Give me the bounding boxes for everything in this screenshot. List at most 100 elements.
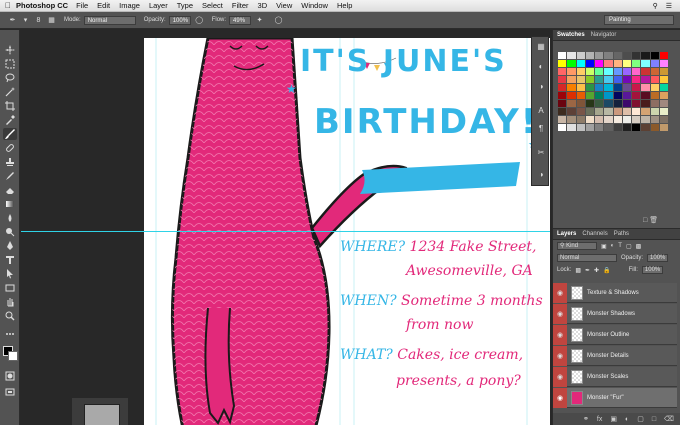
color-swatch[interactable] [659, 92, 668, 99]
color-swatch[interactable] [558, 84, 567, 91]
color-panel-icon[interactable]: ◐ [535, 61, 547, 73]
color-swatch[interactable] [576, 52, 585, 59]
color-swatch[interactable] [641, 60, 650, 67]
color-swatch[interactable] [641, 100, 650, 107]
color-swatch[interactable] [576, 108, 585, 115]
trash-icon[interactable]: ⌫ [664, 415, 674, 423]
tab-navigator[interactable]: Navigator [591, 32, 617, 38]
background-color-swatch[interactable] [8, 351, 18, 361]
color-swatch[interactable] [622, 60, 631, 67]
color-swatch[interactable] [650, 84, 659, 91]
move-tool-icon[interactable] [3, 44, 17, 56]
eye-icon[interactable]: ◉ [553, 324, 567, 345]
color-swatch[interactable] [641, 116, 650, 123]
filter-shape-icon[interactable]: ▢ [626, 243, 632, 250]
brush-size[interactable]: 8 [34, 16, 43, 25]
character-panel-icon[interactable]: A [535, 105, 547, 117]
color-swatch[interactable] [558, 116, 567, 123]
layer-row[interactable]: ◉ Texture & Shadows [553, 282, 677, 303]
layer-row-selected[interactable]: ◉ Monster "Fur" [553, 387, 677, 408]
color-swatch[interactable] [632, 60, 641, 67]
chevron-down-icon[interactable]: ▾ [21, 16, 30, 25]
quick-mask-icon[interactable] [3, 370, 17, 382]
apple-icon[interactable]:  [0, 1, 16, 10]
menu-edit[interactable]: Edit [97, 1, 110, 10]
flow-field[interactable]: 49% [229, 15, 252, 25]
filter-pixel-icon[interactable]: ▣ [601, 243, 607, 250]
list-icon[interactable]: ☰ [666, 2, 672, 10]
color-swatch[interactable] [604, 92, 613, 99]
color-swatch[interactable] [595, 100, 604, 107]
lock-transparency-icon[interactable]: ▩ [575, 267, 581, 274]
eye-icon[interactable]: ◉ [553, 345, 567, 366]
color-swatch[interactable] [632, 68, 641, 75]
color-swatch[interactable] [558, 124, 567, 131]
color-swatch[interactable] [632, 92, 641, 99]
adjustments-icon[interactable]: ◑ [535, 81, 547, 93]
color-swatch[interactable] [613, 84, 622, 91]
menu-window[interactable]: Window [301, 1, 328, 10]
color-swatch[interactable] [650, 60, 659, 67]
layer-row[interactable]: ◉ Monster Outline [553, 324, 677, 345]
blur-tool-icon[interactable] [3, 212, 17, 224]
brush-preset-icon[interactable]: ✒ [8, 16, 17, 25]
search-icon[interactable]: ⚲ [653, 2, 658, 10]
fill-field[interactable]: 100% [641, 266, 664, 274]
color-swatch[interactable] [622, 68, 631, 75]
eye-icon[interactable]: ◉ [553, 303, 567, 324]
adjustment-layer-icon[interactable]: ◐ [625, 416, 629, 423]
color-swatch[interactable] [604, 76, 613, 83]
type-tool-icon[interactable] [3, 254, 17, 266]
color-swatch[interactable] [558, 76, 567, 83]
color-swatch[interactable] [585, 100, 594, 107]
menu-help[interactable]: Help [337, 1, 352, 10]
color-swatch[interactable] [622, 100, 631, 107]
history-brush-icon[interactable] [3, 170, 17, 182]
opacity-field[interactable]: 100% [168, 15, 191, 25]
color-swatch[interactable] [659, 84, 668, 91]
pressure-size-icon[interactable]: ◯ [274, 16, 283, 25]
color-swatch[interactable] [576, 124, 585, 131]
color-swatch[interactable] [567, 68, 576, 75]
filter-smart-icon[interactable]: ▩ [636, 243, 642, 250]
hand-tool-icon[interactable] [3, 296, 17, 308]
new-layer-icon[interactable]: □ [652, 416, 656, 423]
color-swatch[interactable] [585, 116, 594, 123]
color-swatch[interactable] [595, 124, 604, 131]
color-swatch[interactable] [650, 100, 659, 107]
color-swatch[interactable] [622, 124, 631, 131]
menu-view[interactable]: View [276, 1, 292, 10]
color-swatch[interactable] [558, 108, 567, 115]
color-swatch[interactable] [641, 68, 650, 75]
color-swatch[interactable] [622, 116, 631, 123]
color-swatch[interactable] [613, 124, 622, 131]
color-swatch[interactable] [650, 124, 659, 131]
screen-mode-icon[interactable] [3, 386, 17, 398]
layer-row[interactable]: ◉ Monster Shadows [553, 303, 677, 324]
gradient-tool-icon[interactable] [3, 198, 17, 210]
color-swatch[interactable] [576, 60, 585, 67]
color-swatch[interactable] [632, 84, 641, 91]
color-swatch[interactable] [604, 60, 613, 67]
lock-pixels-icon[interactable]: ✒ [585, 267, 590, 274]
menu-image[interactable]: Image [119, 1, 140, 10]
color-swatch[interactable] [567, 108, 576, 115]
color-swatch[interactable] [595, 60, 604, 67]
tab-channels[interactable]: Channels [582, 231, 607, 237]
airbrush-icon[interactable]: ✦ [255, 16, 264, 25]
color-swatch[interactable] [558, 60, 567, 67]
color-swatch[interactable] [632, 124, 641, 131]
color-swatch[interactable] [632, 108, 641, 115]
color-swatch[interactable] [576, 92, 585, 99]
lock-all-icon[interactable]: 🔒 [603, 267, 610, 274]
marquee-tool-icon[interactable] [3, 58, 17, 70]
mode-select[interactable]: Normal [83, 15, 136, 25]
app-menu[interactable]: Photoshop CC [16, 1, 68, 10]
color-swatch[interactable] [632, 100, 641, 107]
menu-3d[interactable]: 3D [258, 1, 268, 10]
more-tools-icon[interactable] [3, 328, 17, 340]
tool-presets-icon[interactable]: ✂ [535, 147, 547, 159]
color-swatch[interactable] [650, 52, 659, 59]
color-swatch[interactable] [641, 108, 650, 115]
menu-filter[interactable]: Filter [232, 1, 249, 10]
